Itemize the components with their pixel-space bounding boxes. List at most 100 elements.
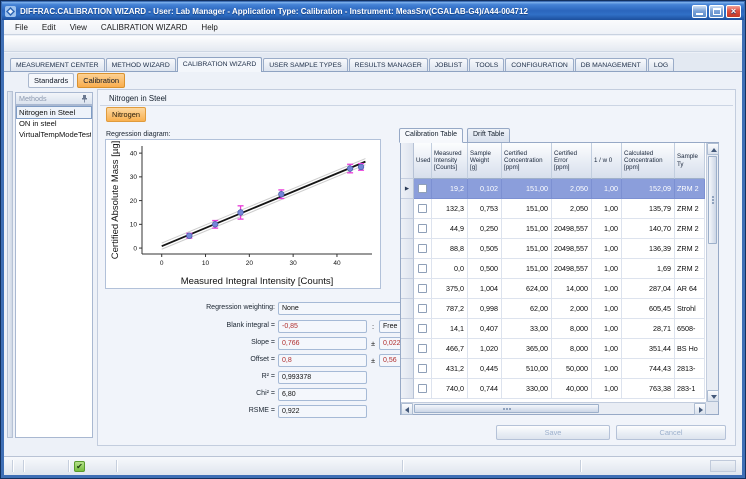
svg-text:0: 0 bbox=[133, 245, 137, 252]
used-checkbox[interactable] bbox=[418, 184, 427, 193]
row-selector[interactable]: ▶ bbox=[401, 179, 414, 199]
row-selector[interactable] bbox=[401, 339, 414, 359]
row-selector[interactable] bbox=[401, 219, 414, 239]
value-field[interactable]: 6,80 bbox=[278, 388, 367, 401]
tab-user-sample-types[interactable]: USER SAMPLE TYPES bbox=[263, 58, 347, 71]
tab-joblist[interactable]: JOBLIST bbox=[429, 58, 469, 71]
value-field[interactable]: 0,766 bbox=[278, 337, 367, 350]
pin-icon[interactable] bbox=[80, 94, 89, 103]
used-checkbox[interactable] bbox=[418, 244, 427, 253]
table-row[interactable]: 88,80,505151,0020498,5571,00136,39ZRM 2 bbox=[401, 239, 705, 259]
table-row[interactable]: 466,71,020365,008,0001,00351,44BS Ho bbox=[401, 339, 705, 359]
cell: ZRM 2 bbox=[675, 219, 705, 239]
cell: 140,70 bbox=[622, 219, 675, 239]
value-field[interactable]: 0,8 bbox=[278, 354, 367, 367]
value-field[interactable]: -0,85 bbox=[278, 320, 367, 333]
menu-item-view[interactable]: View bbox=[63, 22, 94, 33]
used-checkbox[interactable] bbox=[418, 204, 427, 213]
cell: 351,44 bbox=[622, 339, 675, 359]
column-header-used[interactable]: Used bbox=[414, 143, 432, 179]
column-header-1-w-0[interactable]: 1 / w 0 bbox=[592, 143, 622, 179]
used-checkbox[interactable] bbox=[418, 324, 427, 333]
tab-calibration-wizard[interactable]: CALIBRATION WIZARD bbox=[177, 57, 263, 72]
tab-calibration-table[interactable]: Calibration Table bbox=[399, 128, 463, 143]
table-row[interactable]: 132,30,753151,002,0501,00135,79ZRM 2 bbox=[401, 199, 705, 219]
scroll-right-button[interactable] bbox=[694, 403, 706, 415]
method-item-on-in-steel[interactable]: ON in steel bbox=[17, 118, 91, 129]
method-item-virtualtempmodetest[interactable]: VirtualTempModeTest bbox=[17, 129, 91, 140]
tab-element-nitrogen[interactable]: Nitrogen bbox=[106, 107, 146, 122]
used-checkbox[interactable] bbox=[418, 224, 427, 233]
scroll-up-button[interactable] bbox=[707, 143, 719, 155]
minimize-button[interactable] bbox=[692, 5, 707, 18]
subtab-standards[interactable]: Standards bbox=[28, 73, 74, 88]
scroll-down-button[interactable] bbox=[707, 390, 719, 402]
table-row[interactable]: 431,20,445510,0050,0001,00744,432813- bbox=[401, 359, 705, 379]
row-selector[interactable] bbox=[401, 259, 414, 279]
used-checkbox[interactable] bbox=[418, 304, 427, 313]
used-checkbox[interactable] bbox=[418, 384, 427, 393]
table-row[interactable]: 740,00,744330,0040,0001,00763,38283-1 bbox=[401, 379, 705, 399]
methods-list: Nitrogen in SteelON in steelVirtualTempM… bbox=[15, 105, 93, 438]
cell: 132,3 bbox=[432, 199, 468, 219]
tab-results-manager[interactable]: RESULTS MANAGER bbox=[349, 58, 428, 71]
tab-measurement-center[interactable]: MEASUREMENT CENTER bbox=[10, 58, 105, 71]
column-header-sample-ty[interactable]: Sample Ty bbox=[675, 143, 705, 179]
row-selector[interactable] bbox=[401, 359, 414, 379]
scroll-left-button[interactable] bbox=[401, 403, 413, 415]
column-header-certified[interactable]: Certified Error [ppm] bbox=[552, 143, 592, 179]
cell: 152,09 bbox=[622, 179, 675, 199]
tab-db-management[interactable]: DB MANAGEMENT bbox=[575, 58, 647, 71]
menu-item-file[interactable]: File bbox=[8, 22, 35, 33]
cell: 744,43 bbox=[622, 359, 675, 379]
row-selector[interactable] bbox=[401, 319, 414, 339]
menu-item-help[interactable]: Help bbox=[194, 22, 224, 33]
panel-splitter[interactable] bbox=[7, 91, 13, 438]
cancel-button[interactable]: Cancel bbox=[616, 425, 726, 440]
cell: 0,500 bbox=[468, 259, 502, 279]
tab-drift-table[interactable]: Drift Table bbox=[467, 128, 510, 143]
table-row[interactable]: 14,10,40733,008,0001,0028,716508- bbox=[401, 319, 705, 339]
vertical-scroll-thumb[interactable] bbox=[708, 156, 717, 244]
title-bar[interactable]: DIFFRAC.CALIBRATION WIZARD - User: Lab M… bbox=[2, 2, 744, 20]
column-header-certified[interactable]: Certified Concentration [ppm] bbox=[502, 143, 552, 179]
row-selector[interactable] bbox=[401, 279, 414, 299]
method-item-nitrogen-in-steel[interactable]: Nitrogen in Steel bbox=[17, 107, 91, 118]
cell: 0,998 bbox=[468, 299, 502, 319]
row-selector[interactable] bbox=[401, 379, 414, 399]
field-label: Blank integral = bbox=[128, 322, 275, 329]
svg-text:30: 30 bbox=[130, 174, 138, 181]
row-selector[interactable] bbox=[401, 199, 414, 219]
tab-method-wizard[interactable]: METHOD WIZARD bbox=[106, 58, 176, 71]
tab-log[interactable]: LOG bbox=[648, 58, 674, 71]
used-checkbox[interactable] bbox=[418, 344, 427, 353]
used-checkbox[interactable] bbox=[418, 284, 427, 293]
row-selector[interactable] bbox=[401, 239, 414, 259]
menu-item-edit[interactable]: Edit bbox=[35, 22, 63, 33]
maximize-button[interactable] bbox=[709, 5, 724, 18]
value-field[interactable]: 0,993378 bbox=[278, 371, 367, 384]
menu-item-calibration-wizard[interactable]: CALIBRATION WIZARD bbox=[94, 22, 195, 33]
subtab-calibration[interactable]: Calibration bbox=[77, 73, 125, 88]
table-row[interactable]: 787,20,99862,002,0001,00605,45Strohl bbox=[401, 299, 705, 319]
save-button[interactable]: Save bbox=[496, 425, 610, 440]
cell: 151,00 bbox=[502, 199, 552, 219]
table-row[interactable]: 44,90,250151,0020498,5571,00140,70ZRM 2 bbox=[401, 219, 705, 239]
column-header-calculated[interactable]: Calculated Concentration [ppm] bbox=[622, 143, 675, 179]
table-row[interactable]: 0,00,500151,0020498,5571,001,69ZRM 2 bbox=[401, 259, 705, 279]
table-row[interactable]: ▶19,20,102151,002,0501,00152,09ZRM 2 bbox=[401, 179, 705, 199]
table-row[interactable]: 375,01,004624,0014,0001,00287,04AR 64 bbox=[401, 279, 705, 299]
column-header-measured[interactable]: Measured Intensity [Counts] bbox=[432, 143, 468, 179]
used-checkbox[interactable] bbox=[418, 364, 427, 373]
value-field[interactable]: 0,922 bbox=[278, 405, 367, 418]
tab-tools[interactable]: TOOLS bbox=[469, 58, 504, 71]
close-button[interactable]: × bbox=[726, 5, 741, 18]
row-selector[interactable] bbox=[401, 299, 414, 319]
tab-configuration[interactable]: CONFIGURATION bbox=[505, 58, 574, 71]
horizontal-scroll-thumb[interactable] bbox=[414, 404, 599, 413]
used-checkbox[interactable] bbox=[418, 264, 427, 273]
column-header-sample[interactable]: Sample Weight [g] bbox=[468, 143, 502, 179]
sub-tab-strip: StandardsCalibration bbox=[4, 72, 742, 89]
horizontal-scrollbar[interactable] bbox=[401, 402, 706, 414]
vertical-scrollbar[interactable] bbox=[706, 143, 718, 402]
